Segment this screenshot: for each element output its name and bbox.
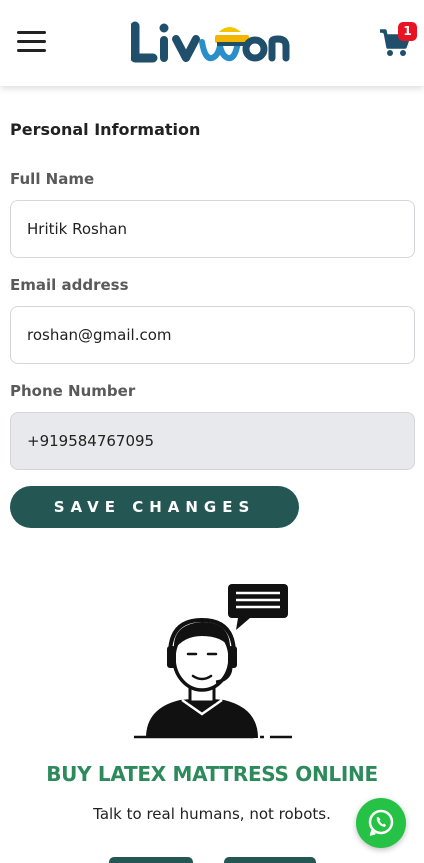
whatsapp-chat-button[interactable] xyxy=(356,798,406,848)
whatsapp-icon xyxy=(368,809,394,836)
phone-label: Phone Number xyxy=(10,382,136,400)
full-name-label: Full Name xyxy=(10,170,95,188)
promo-title: BUY LATEX MATTRESS ONLINE xyxy=(46,762,378,786)
email-label: Email address xyxy=(10,276,129,294)
phone-input[interactable] xyxy=(10,412,415,470)
cart-count-badge: 1 xyxy=(398,22,417,41)
bottom-action-button-right[interactable] xyxy=(224,857,316,863)
section-title: Personal Information xyxy=(10,120,201,139)
customer-support-agent-illustration xyxy=(134,584,292,739)
cart-button[interactable]: 1 xyxy=(378,22,418,60)
bottom-action-button-left[interactable] xyxy=(109,857,193,863)
brand-logo[interactable] xyxy=(130,18,291,66)
email-input[interactable] xyxy=(10,306,415,364)
top-header: 1 xyxy=(0,0,424,86)
save-changes-button[interactable]: SAVE CHANGES xyxy=(10,486,299,528)
hamburger-menu-icon[interactable] xyxy=(17,28,47,54)
logo-mark xyxy=(130,21,290,63)
full-name-input[interactable] xyxy=(10,200,415,258)
